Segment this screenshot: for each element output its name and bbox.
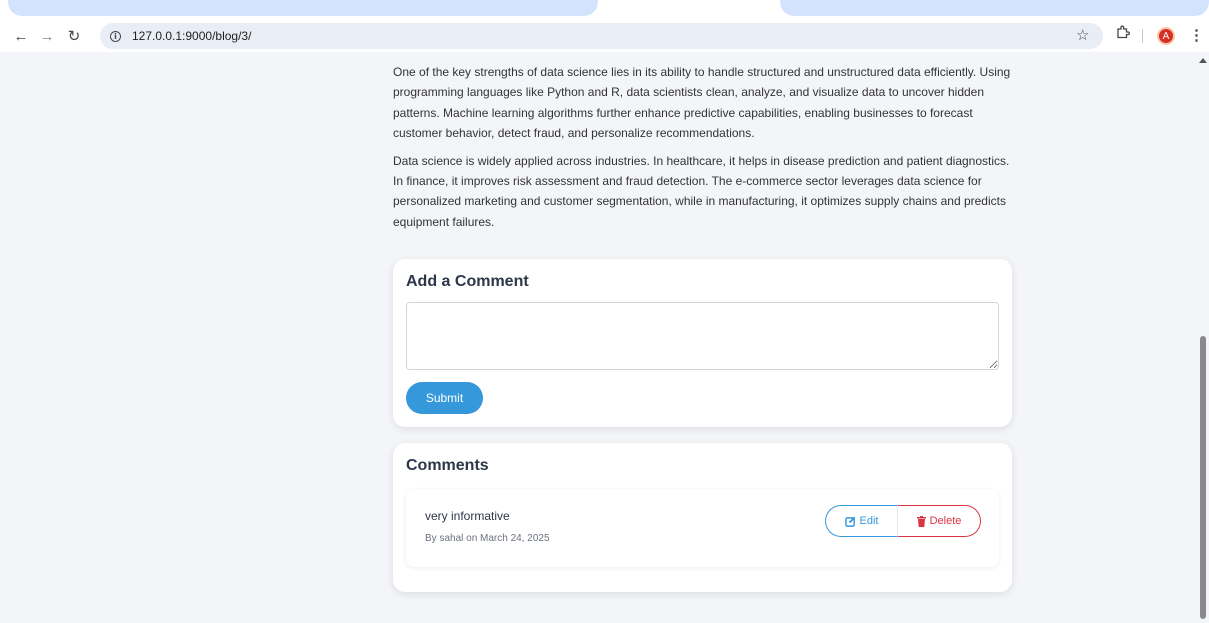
menu-icon[interactable]: ⋮ bbox=[1189, 26, 1204, 44]
delete-button[interactable]: Delete bbox=[898, 505, 981, 537]
browser-toolbar: ← → ↻ i 127.0.0.1:9000/blog/3/ ☆ A ⋮ bbox=[0, 20, 1209, 52]
scroll-thumb[interactable] bbox=[1200, 336, 1206, 619]
reload-icon[interactable]: ↻ bbox=[61, 23, 87, 49]
extensions-icon[interactable] bbox=[1116, 25, 1130, 43]
submit-button[interactable]: Submit bbox=[406, 382, 483, 414]
profile-avatar[interactable]: A bbox=[1157, 27, 1175, 45]
tab-strip bbox=[0, 0, 1209, 20]
article-paragraph: Data science is widely applied across in… bbox=[393, 153, 1010, 229]
comments-title: Comments bbox=[406, 457, 489, 474]
comment-textarea[interactable] bbox=[406, 302, 999, 370]
scroll-up-arrow-icon[interactable] bbox=[1199, 58, 1207, 63]
info-icon[interactable]: i bbox=[110, 30, 121, 42]
edit-button[interactable]: Edit bbox=[825, 505, 898, 537]
tab-left[interactable] bbox=[8, 0, 598, 16]
forward-icon[interactable]: → bbox=[34, 23, 60, 49]
article-paragraph: One of the key strengths of data science… bbox=[393, 65, 1011, 141]
star-icon[interactable]: ☆ bbox=[1076, 26, 1089, 44]
comment-item: very informative By sahal on March 24, 2… bbox=[406, 489, 999, 567]
tab-right[interactable] bbox=[780, 0, 1209, 16]
back-icon[interactable]: ← bbox=[8, 23, 34, 49]
comment-meta: By sahal on March 24, 2025 bbox=[425, 533, 550, 544]
add-comment-title: Add a Comment bbox=[406, 273, 529, 290]
article-body: One of the key strengths of data science… bbox=[393, 62, 1013, 239]
edit-icon bbox=[844, 516, 855, 527]
address-bar[interactable]: i 127.0.0.1:9000/blog/3/ bbox=[100, 23, 1103, 49]
url-text[interactable]: 127.0.0.1:9000/blog/3/ bbox=[132, 29, 251, 43]
comment-text: very informative bbox=[425, 509, 510, 523]
add-comment-card: Add a Comment Submit bbox=[393, 259, 1012, 427]
delete-label: Delete bbox=[929, 515, 962, 527]
comments-card: Comments very informative By sahal on Ma… bbox=[393, 443, 1012, 592]
comment-actions: Edit Delete bbox=[825, 505, 981, 537]
edit-label: Edit bbox=[859, 515, 879, 527]
avatar-letter: A bbox=[1162, 30, 1170, 42]
trash-icon bbox=[916, 515, 926, 527]
page-scrollbar[interactable] bbox=[1197, 52, 1209, 623]
toolbar-separator bbox=[1142, 29, 1143, 43]
